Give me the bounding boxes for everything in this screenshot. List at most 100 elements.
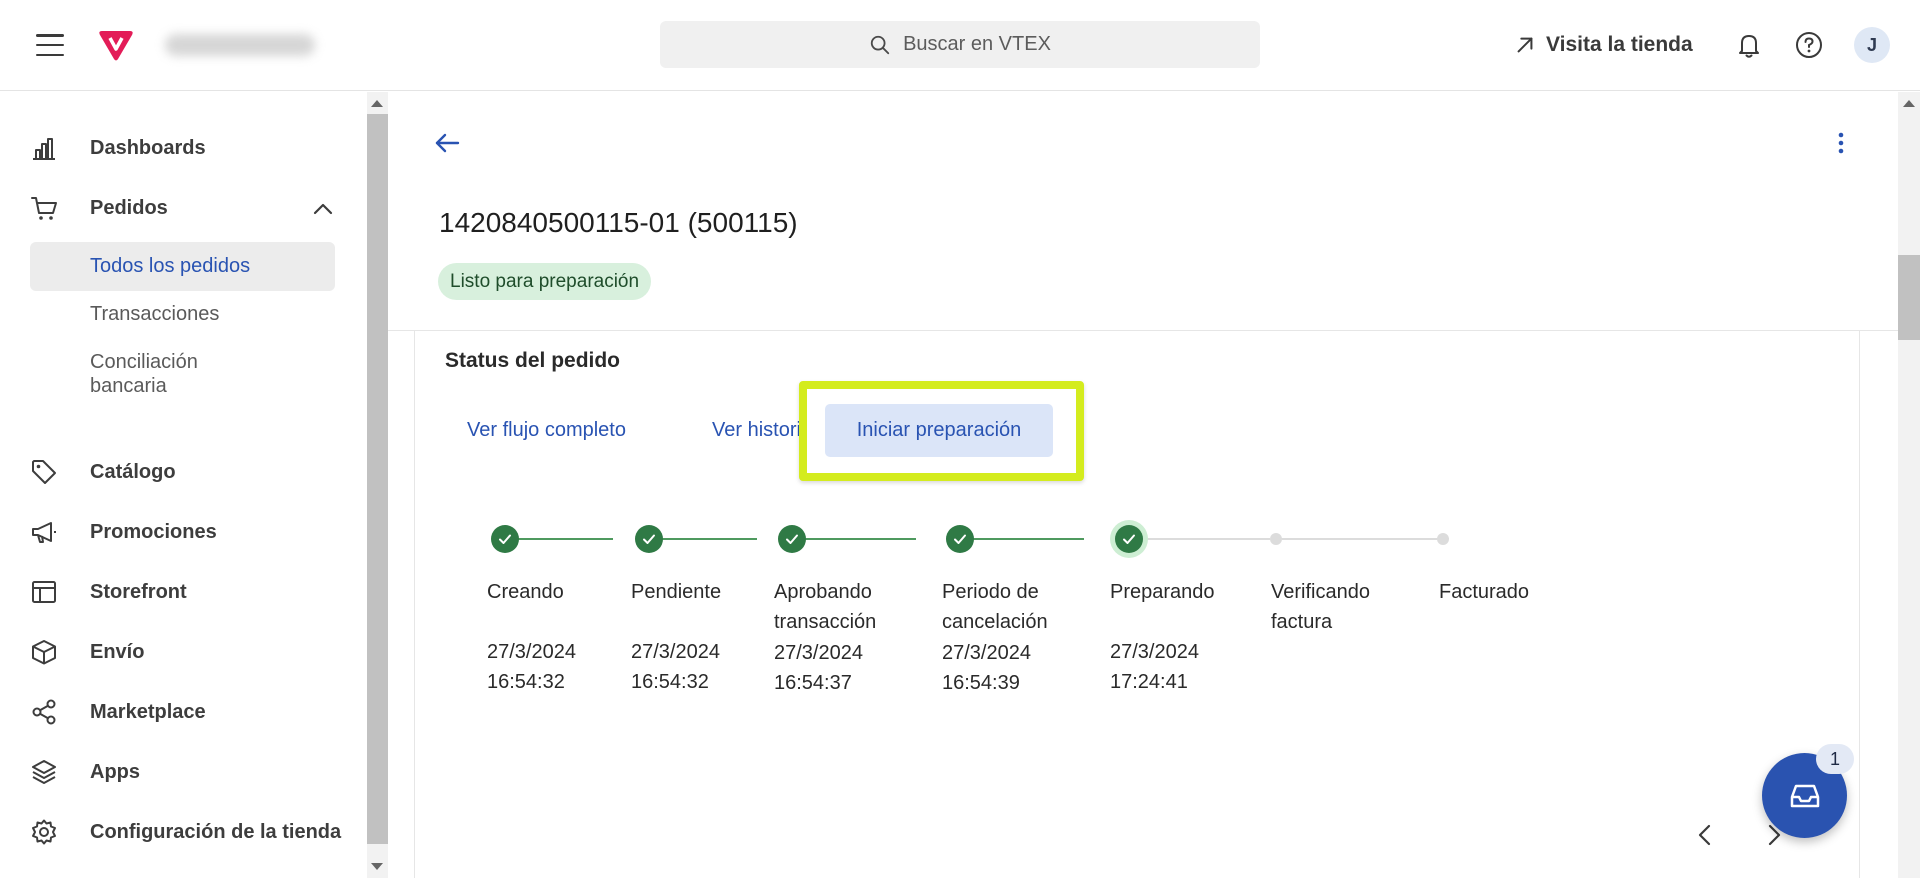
- timeline-connector: [649, 538, 757, 540]
- search-icon: [870, 35, 890, 54]
- sidebar-item-label: Promociones: [90, 520, 217, 543]
- step-label-line1: Verificando: [1271, 581, 1370, 603]
- sidebar-item-dashboards[interactable]: Dashboards: [30, 128, 206, 168]
- step-check-icon: [778, 525, 806, 553]
- box-icon: [32, 640, 56, 665]
- sidebar-subitem-conciliacion-bancaria[interactable]: Conciliación bancaria: [90, 350, 198, 398]
- help-icon[interactable]: [1794, 30, 1824, 60]
- step-label-line1: Facturado: [1439, 581, 1530, 603]
- step-pending-dot: [1437, 533, 1449, 545]
- step-date: 27/3/2024: [631, 641, 720, 663]
- avatar[interactable]: J: [1854, 27, 1890, 63]
- step-label: Facturado: [1439, 577, 1589, 607]
- order-header: 1420840500115-01 (500115) Listo para pre…: [388, 92, 1898, 331]
- sidebar-item-label: Marketplace: [90, 700, 206, 723]
- step-label: Preparando: [1110, 577, 1260, 607]
- bell-icon[interactable]: [1734, 30, 1764, 60]
- step-time: 16:54:32: [487, 671, 565, 693]
- step-timestamp: 27/3/2024 16:54:32: [487, 637, 576, 697]
- tag-icon: [32, 460, 56, 484]
- step-check-icon: [491, 525, 519, 553]
- step-time: 17:24:41: [1110, 671, 1188, 693]
- card-title: Status del pedido: [445, 349, 621, 372]
- sidebar-item-label: Configuración de la tienda: [90, 820, 342, 843]
- visit-store-label: Visita la tienda: [1546, 33, 1693, 56]
- sidebar-item-envio[interactable]: Envío: [30, 632, 144, 672]
- step-label-line1: Pendiente: [631, 581, 722, 603]
- view-full-flow-link[interactable]: Ver flujo completo: [467, 419, 626, 442]
- main-scrollbar-thumb[interactable]: [1898, 255, 1920, 340]
- step-label-line1: Periodo de: [942, 581, 1039, 603]
- scroll-up-icon[interactable]: [371, 100, 383, 107]
- cart-icon: [31, 197, 57, 220]
- sidebar-item-label: Catálogo: [90, 460, 176, 483]
- sidebar-subitem-transacciones[interactable]: Transacciones: [90, 302, 219, 326]
- sidebar-subitem-label-line1: Conciliación: [90, 351, 198, 373]
- more-options-icon[interactable]: [1826, 128, 1856, 158]
- sidebar-item-storefront[interactable]: Storefront: [30, 572, 187, 612]
- search-placeholder: Buscar en VTEX: [903, 33, 1051, 55]
- sidebar-subitem-todos-los-pedidos[interactable]: Todos los pedidos: [90, 254, 250, 278]
- step-check-icon: [635, 525, 663, 553]
- menu-icon[interactable]: [36, 34, 64, 56]
- step-date: 27/3/2024: [1110, 641, 1199, 663]
- timeline-connector: [505, 538, 613, 540]
- account-name-redacted: [165, 34, 315, 56]
- inbox-tray-icon: [1790, 784, 1819, 807]
- step-date: 27/3/2024: [487, 641, 576, 663]
- step-timestamp: 27/3/2024 16:54:39: [942, 638, 1031, 698]
- timeline-connector: [1129, 538, 1270, 540]
- external-arrow-icon: [1517, 37, 1533, 53]
- step-timestamp: 27/3/2024 17:24:41: [1110, 637, 1199, 697]
- step-timestamp: 27/3/2024 16:54:37: [774, 638, 863, 698]
- visit-store-link[interactable]: Visita la tienda: [1514, 30, 1693, 60]
- start-preparation-button[interactable]: Iniciar preparación: [825, 404, 1053, 457]
- sidebar-item-label: Apps: [90, 760, 140, 783]
- view-history-link[interactable]: Ver historia: [712, 419, 812, 442]
- step-pending-dot: [1270, 533, 1282, 545]
- step-timestamp: 27/3/2024 16:54:32: [631, 637, 720, 697]
- step-label-line2: cancelación: [942, 611, 1048, 633]
- sidebar-item-pedidos[interactable]: Pedidos: [30, 188, 168, 228]
- sidebar-subitem-label-line2: bancaria: [90, 375, 167, 397]
- step-label-line1: Creando: [487, 581, 564, 603]
- layout-icon: [32, 581, 56, 603]
- scroll-up-icon[interactable]: [1903, 100, 1915, 107]
- share-icon: [32, 699, 56, 725]
- sidebar-item-promociones[interactable]: Promociones: [30, 512, 217, 552]
- previous-page-icon[interactable]: [1690, 820, 1720, 850]
- step-time: 16:54:37: [774, 672, 852, 694]
- sidebar-item-label: Pedidos: [90, 196, 168, 219]
- notification-count-badge: 1: [1816, 744, 1854, 774]
- page-title: 1420840500115-01 (500115): [439, 207, 798, 238]
- back-arrow-icon[interactable]: [432, 128, 462, 158]
- sidebar-scrollbar-thumb[interactable]: [367, 114, 388, 844]
- step-label-line1: Aprobando: [774, 581, 872, 603]
- chevron-up-icon[interactable]: [310, 196, 336, 222]
- timeline-connector: [1282, 538, 1437, 540]
- step-time: 16:54:39: [942, 672, 1020, 694]
- step-current-check-icon: [1115, 525, 1143, 553]
- main-scrollbar[interactable]: [1898, 92, 1920, 878]
- sidebar-item-configuracion[interactable]: Configuración de la tienda: [30, 812, 341, 852]
- sidebar-item-marketplace[interactable]: Marketplace: [30, 692, 206, 732]
- sidebar-scrollbar[interactable]: [367, 92, 388, 878]
- step-label-line2: transacción: [774, 611, 877, 633]
- sidebar-item-apps[interactable]: Apps: [30, 752, 140, 792]
- vtex-logo[interactable]: [97, 29, 135, 61]
- gear-icon: [32, 819, 56, 845]
- order-status-card: Status del pedido Ver flujo completo Ver…: [414, 331, 1860, 878]
- scroll-down-icon[interactable]: [371, 863, 383, 870]
- main-content: 1420840500115-01 (500115) Listo para pre…: [388, 92, 1898, 878]
- step-check-icon: [946, 525, 974, 553]
- step-label: Creando: [487, 577, 637, 607]
- megaphone-icon: [32, 522, 56, 543]
- sidebar: Dashboards Pedidos Todos los pedidos Tra…: [0, 92, 366, 878]
- search-input[interactable]: Buscar en VTEX: [660, 21, 1260, 68]
- sidebar-item-label: Envío: [90, 640, 145, 663]
- step-date: 27/3/2024: [774, 642, 863, 664]
- timeline-connector: [792, 538, 916, 540]
- bar-chart-icon: [33, 138, 55, 160]
- step-time: 16:54:32: [631, 671, 709, 693]
- sidebar-item-catalogo[interactable]: Catálogo: [30, 452, 176, 492]
